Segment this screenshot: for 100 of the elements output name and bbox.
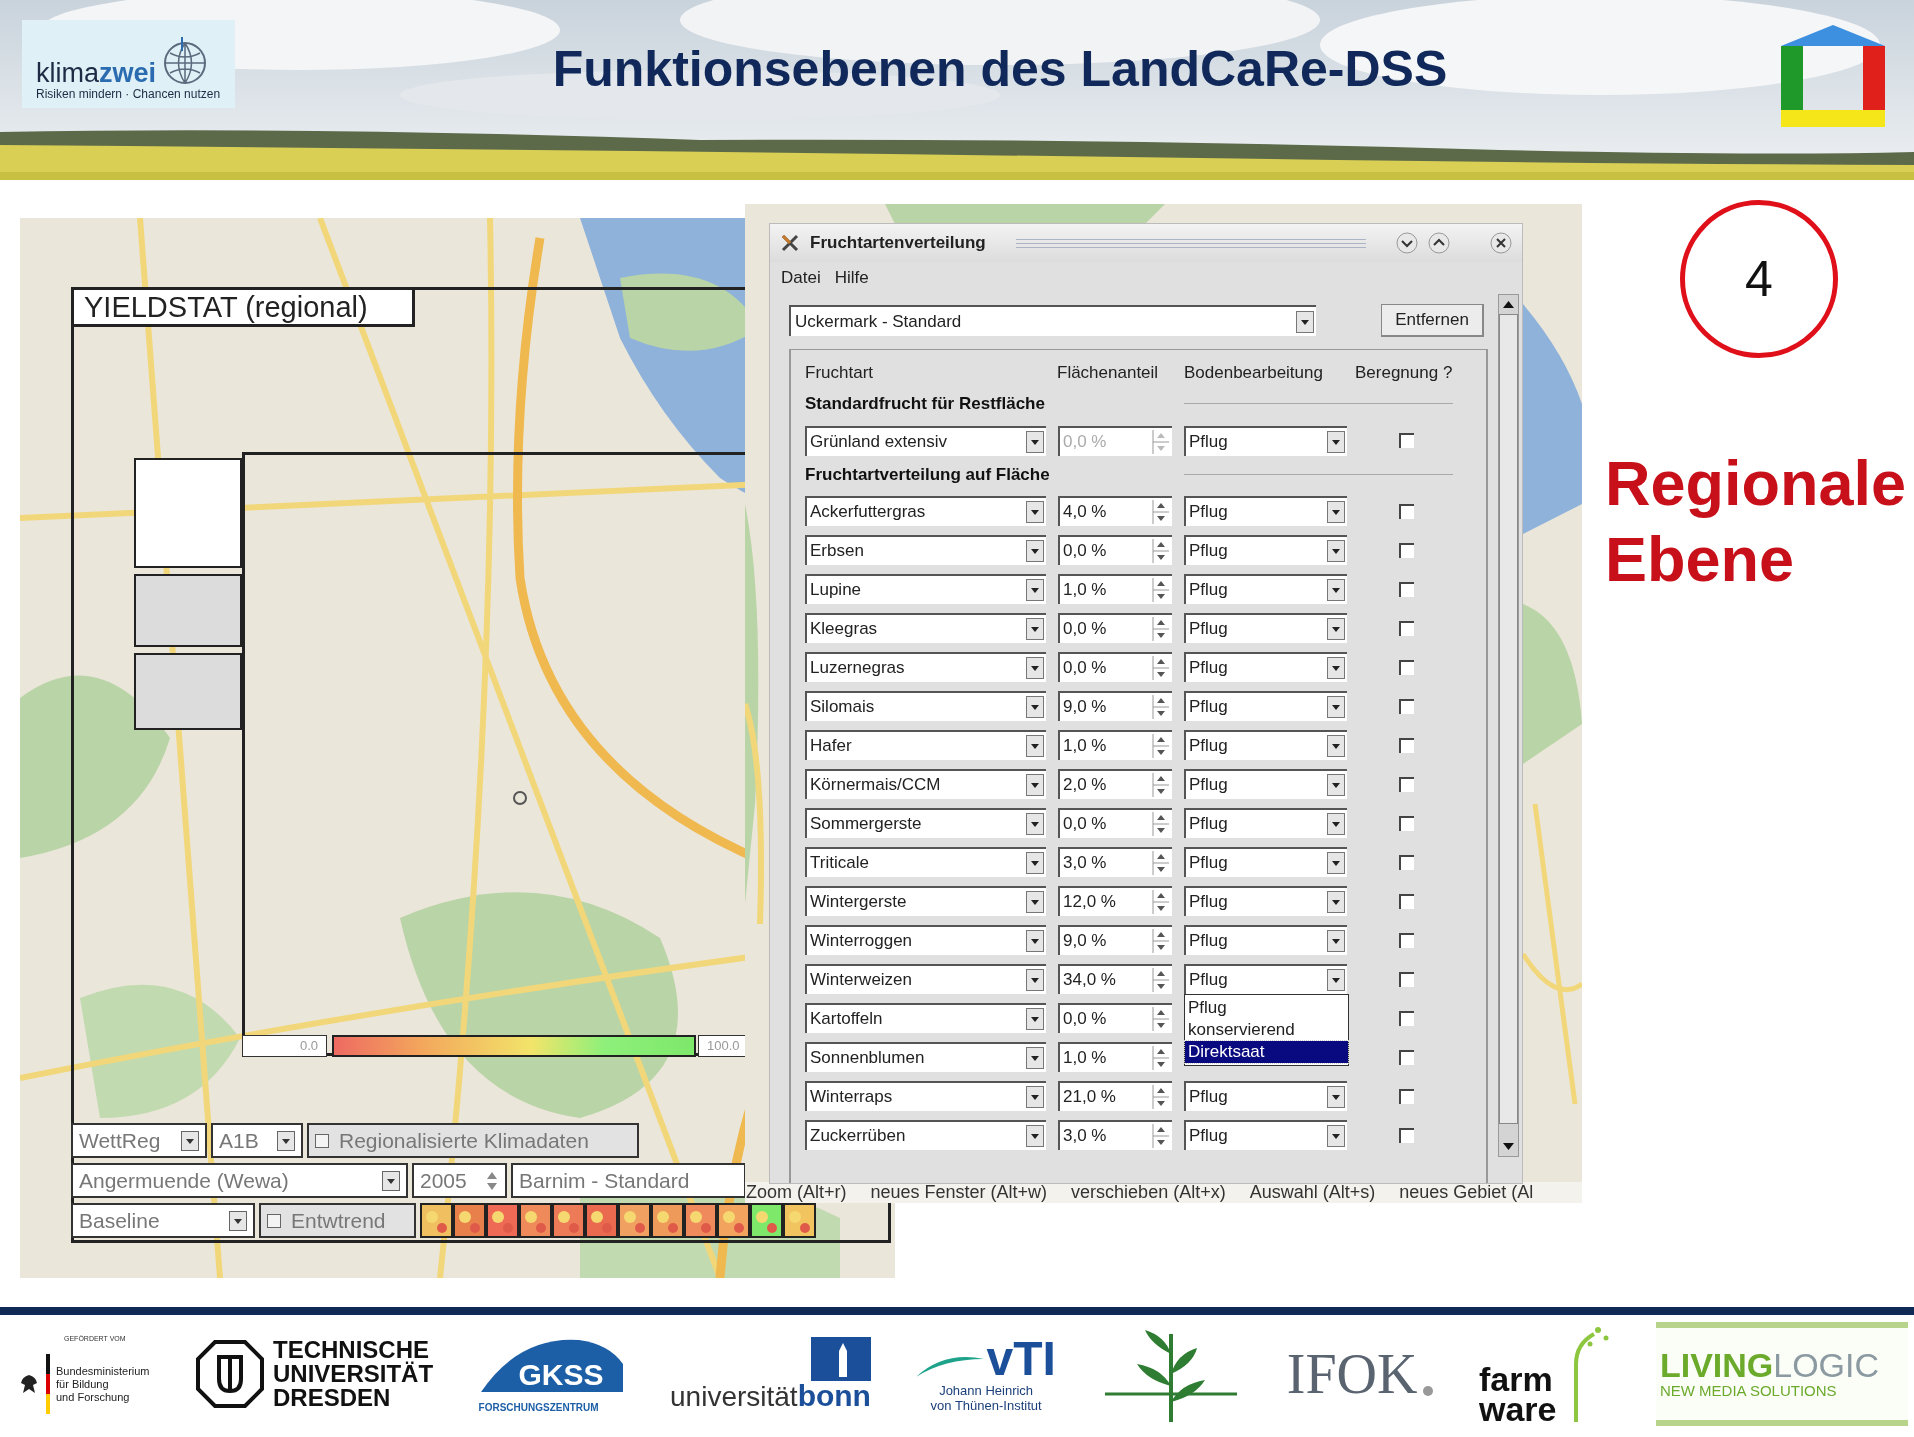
irrigation-checkbox[interactable]: [1398, 620, 1414, 636]
irrigation-checkbox[interactable]: [1398, 1010, 1414, 1026]
crop-dropdown[interactable]: Silomais: [805, 691, 1046, 721]
irrigation-checkbox[interactable]: [1398, 698, 1414, 714]
irrigation-checkbox[interactable]: [1398, 971, 1414, 987]
crop-dropdown[interactable]: Winterroggen: [805, 925, 1046, 955]
level-number: 4: [1680, 200, 1838, 358]
crop-dropdown[interactable]: Grünland extensiv: [805, 425, 1046, 456]
column-header: Flächenanteil: [1057, 362, 1160, 382]
crop-dropdown[interactable]: Kleegras: [805, 613, 1046, 643]
share-spinner[interactable]: 9,0 %: [1058, 925, 1172, 955]
irrigation-checkbox[interactable]: [1398, 581, 1414, 597]
crop-dropdown[interactable]: Winterraps: [805, 1081, 1046, 1111]
irrigation-checkbox[interactable]: [1398, 659, 1414, 675]
share-spinner[interactable]: 3,0 %: [1058, 847, 1172, 877]
menu-option[interactable]: Direktsaat: [1185, 1041, 1348, 1063]
profile-field[interactable]: Barnim - Standard: [511, 1163, 746, 1198]
crop-dropdown[interactable]: Sommergerste: [805, 808, 1046, 838]
menu-option[interactable]: Pflug: [1185, 997, 1348, 1019]
crop-dropdown[interactable]: Wintergerste: [805, 886, 1046, 916]
irrigation-checkbox[interactable]: [1398, 893, 1414, 909]
crop-dropdown[interactable]: Luzernegras: [805, 652, 1046, 682]
tillage-dropdown[interactable]: Pflug: [1184, 691, 1347, 721]
irrigation-checkbox[interactable]: [1398, 737, 1414, 753]
tillage-dropdown[interactable]: Pflug: [1184, 613, 1347, 643]
crop-dropdown[interactable]: Zuckerrüben: [805, 1120, 1046, 1150]
tillage-dropdown[interactable]: Pflug: [1184, 808, 1347, 838]
irrigation-checkbox[interactable]: [1398, 776, 1414, 792]
crop-dropdown[interactable]: Winterweizen: [805, 964, 1046, 994]
irrigation-checkbox[interactable]: [1398, 854, 1414, 870]
menu-item[interactable]: Datei: [781, 265, 821, 291]
share-spinner[interactable]: 4,0 %: [1058, 496, 1172, 526]
share-spinner[interactable]: 0,0 %: [1058, 613, 1172, 643]
irrigation-checkbox[interactable]: [1398, 932, 1414, 948]
crop-dropdown[interactable]: Körnermais/CCM: [805, 769, 1046, 799]
tillage-dropdown[interactable]: Pflug: [1184, 496, 1347, 526]
tillage-dropdown[interactable]: Pflug: [1184, 886, 1347, 916]
tillage-dropdown[interactable]: Pflug: [1184, 574, 1347, 604]
menu-option[interactable]: konservierend: [1185, 1019, 1348, 1041]
share-spinner[interactable]: 2,0 %: [1058, 769, 1172, 799]
minimize-button[interactable]: [1396, 232, 1418, 254]
irrigation-checkbox[interactable]: [1398, 503, 1414, 519]
menu-item[interactable]: Hilfe: [834, 265, 869, 291]
section-heading: Standardfrucht für Restfläche: [805, 393, 1046, 415]
share-spinner[interactable]: 0,0 %: [1058, 1003, 1172, 1033]
checkbox[interactable]: [267, 1213, 281, 1228]
station-dropdown[interactable]: Angermuende (Wewa): [71, 1163, 408, 1198]
spinner-arrows-icon: [1152, 890, 1170, 914]
period-dropdown[interactable]: Baseline: [71, 1203, 255, 1238]
tillage-dropdown[interactable]: Pflug: [1184, 1081, 1347, 1111]
crop-dropdown[interactable]: Hafer: [805, 730, 1046, 760]
irrigation-checkbox[interactable]: [1398, 1088, 1414, 1104]
house-logo-icon: [1778, 24, 1888, 128]
close-button[interactable]: [1490, 232, 1512, 254]
climate-model-dropdown[interactable]: WettReg: [71, 1123, 207, 1158]
scrollbar[interactable]: [1498, 294, 1519, 1157]
scenario-dropdown[interactable]: Uckermark - Standard: [789, 305, 1316, 336]
scroll-thumb[interactable]: [1499, 314, 1518, 1124]
tillage-dropdown[interactable]: Pflug: [1184, 652, 1347, 682]
share-spinner[interactable]: 0,0 %: [1058, 652, 1172, 682]
tillage-dropdown[interactable]: Pflug: [1184, 847, 1347, 877]
share-spinner[interactable]: 1,0 %: [1058, 730, 1172, 760]
share-spinner[interactable]: 21,0 %: [1058, 1081, 1172, 1111]
irrigation-checkbox[interactable]: [1398, 1049, 1414, 1065]
section-heading: Fruchtartverteilung auf Fläche: [805, 463, 1051, 486]
share-spinner[interactable]: 3,0 %: [1058, 1120, 1172, 1150]
crop-dropdown[interactable]: Ackerfuttergras: [805, 496, 1046, 526]
crop-dropdown[interactable]: Sonnenblumen: [805, 1042, 1046, 1072]
crop-dropdown[interactable]: Triticale: [805, 847, 1046, 877]
share-spinner[interactable]: 0,0 %: [1058, 535, 1172, 565]
share-spinner[interactable]: 9,0 %: [1058, 691, 1172, 721]
tillage-dropdown[interactable]: Pflug: [1184, 425, 1347, 456]
crop-dropdown[interactable]: Kartoffeln: [805, 1003, 1046, 1033]
crop-dropdown[interactable]: Erbsen: [805, 535, 1046, 565]
checkbox[interactable]: [315, 1133, 329, 1148]
tillage-dropdown[interactable]: Pflug: [1184, 535, 1347, 565]
crop-dropdown[interactable]: Lupine: [805, 574, 1046, 604]
share-spinner[interactable]: 12,0 %: [1058, 886, 1172, 916]
university-emblem-icon: [195, 1339, 266, 1409]
share-spinner[interactable]: 0,0 %: [1058, 808, 1172, 838]
scenario-dropdown[interactable]: A1B: [211, 1123, 303, 1158]
remove-button[interactable]: Entfernen: [1381, 304, 1484, 337]
tillage-dropdown[interactable]: Pflug: [1184, 925, 1347, 955]
share-spinner[interactable]: 34,0 %: [1058, 964, 1172, 994]
irrigation-checkbox[interactable]: [1398, 542, 1414, 558]
share-spinner[interactable]: 1,0 %: [1058, 574, 1172, 604]
tillage-dropdown[interactable]: Pflug: [1184, 964, 1347, 994]
company-name-line: ware: [1478, 1394, 1557, 1424]
tillage-dropdown[interactable]: Pflug: [1184, 769, 1347, 799]
irrigation-checkbox[interactable]: [1398, 1127, 1414, 1143]
share-spinner[interactable]: 1,0 %: [1058, 1042, 1172, 1072]
dot-icon: [1423, 1386, 1434, 1396]
tillage-dropdown[interactable]: Pflug: [1184, 730, 1347, 760]
tillage-dropdown[interactable]: Pflug: [1184, 1120, 1347, 1150]
year-spinner[interactable]: 2005: [412, 1163, 507, 1198]
ministry-name-line: und Forschung: [56, 1390, 131, 1404]
irrigation-checkbox[interactable]: [1398, 433, 1414, 448]
irrigation-checkbox[interactable]: [1398, 815, 1414, 831]
shortcut-hint: Auswahl (Alt+s): [1249, 1182, 1376, 1203]
maximize-button[interactable]: [1428, 232, 1450, 254]
